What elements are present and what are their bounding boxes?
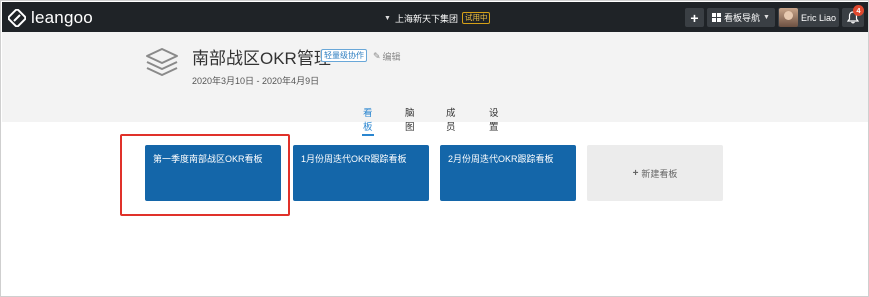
collaboration-badge: 轻量级协作 xyxy=(321,49,367,62)
board-card[interactable]: 1月份周迭代OKR跟踪看板 xyxy=(293,145,429,201)
board-card[interactable]: 2月份周迭代OKR跟踪看板 xyxy=(440,145,576,201)
notification-count-badge: 4 xyxy=(853,5,864,16)
user-menu[interactable]: Eric Liao xyxy=(778,8,839,27)
org-name: 上海新天下集团 xyxy=(394,13,458,24)
board-nav-button[interactable]: 看板导航 ▼ xyxy=(707,8,775,27)
leangoo-logo-icon xyxy=(8,9,26,27)
edit-label: 编辑 xyxy=(382,52,401,62)
avatar xyxy=(779,8,798,27)
app-window: leangoo ▼ 上海新天下集团 试用中 + 看板导航 ▼ Eric Liao… xyxy=(0,0,869,297)
project-header xyxy=(2,32,868,122)
board-nav-label: 看板导航 xyxy=(724,13,761,23)
tab-boards[interactable]: 看板 xyxy=(362,105,374,136)
tab-members[interactable]: 成员 xyxy=(446,105,456,133)
trial-badge: 试用中 xyxy=(461,12,491,24)
page-title: 南部战区OKR管理 xyxy=(192,49,331,68)
new-board-button[interactable]: + 新建看板 xyxy=(587,145,723,201)
brand[interactable]: leangoo xyxy=(8,8,93,28)
add-button[interactable]: + xyxy=(685,8,704,27)
board-title: 1月份周迭代OKR跟踪看板 xyxy=(301,154,407,164)
user-name: Eric Liao xyxy=(801,12,837,23)
plus-icon: + xyxy=(632,167,639,179)
top-navbar: leangoo ▼ 上海新天下集团 试用中 + 看板导航 ▼ Eric Liao… xyxy=(2,2,868,32)
org-switcher[interactable]: ▼ 上海新天下集团 试用中 xyxy=(384,10,491,26)
board-title: 2月份周迭代OKR跟踪看板 xyxy=(448,154,554,164)
tab-settings[interactable]: 设置 xyxy=(489,105,499,133)
tab-mindmap[interactable]: 脑图 xyxy=(405,105,415,133)
grid-icon xyxy=(712,13,722,22)
caret-down-icon: ▼ xyxy=(384,14,391,22)
new-board-label: 新建看板 xyxy=(641,168,678,179)
brand-name: leangoo xyxy=(31,8,93,27)
highlight-annotation xyxy=(120,134,290,216)
plus-icon: + xyxy=(690,9,699,26)
layers-icon xyxy=(146,48,178,76)
pencil-icon: ✎ xyxy=(373,51,381,61)
caret-down-icon: ▼ xyxy=(763,14,770,21)
edit-button[interactable]: ✎ 编辑 xyxy=(373,50,401,63)
date-range: 2020年3月10日 - 2020年4月9日 xyxy=(192,76,320,86)
